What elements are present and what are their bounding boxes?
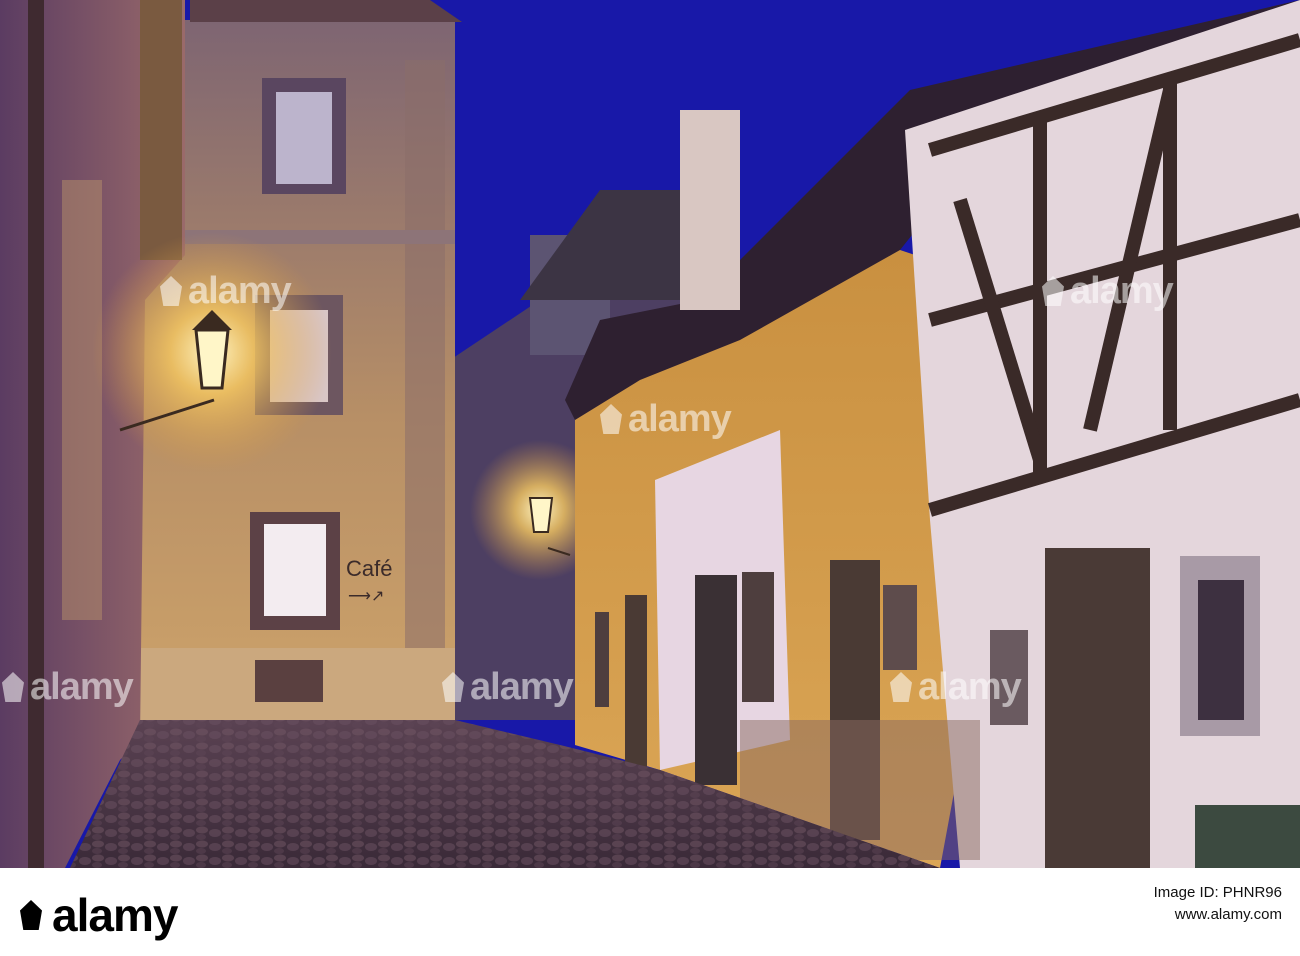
cottage-window-2 xyxy=(883,585,917,670)
window-lit-glass xyxy=(264,524,326,616)
site-url[interactable]: www.alamy.com xyxy=(1175,906,1282,923)
image-id: Image ID: PHNR96 xyxy=(1153,884,1282,901)
cottage-window-3 xyxy=(595,612,609,707)
alamy-logo[interactable]: alamy xyxy=(18,888,178,942)
cottage-door-3 xyxy=(625,595,647,770)
cottage-door-2 xyxy=(695,575,737,785)
cafe-sign-arrow: ⟶↗ xyxy=(348,588,385,605)
timbered-window-glass xyxy=(1198,580,1244,720)
alamy-logo-text: alamy xyxy=(52,889,178,941)
window-top-glass xyxy=(276,92,332,184)
cottage-window-1 xyxy=(742,572,774,702)
night-street-photo: Café ⟶↗ alamy alamy alamy alamy alamy al… xyxy=(0,0,1300,868)
alamy-footer-bar: alamy Image ID: PHNR96 www.alamy.com xyxy=(0,868,1300,956)
left-door-frame xyxy=(62,180,102,620)
left-gutter xyxy=(140,0,182,260)
window-basement xyxy=(255,660,323,702)
center-roof xyxy=(190,0,462,22)
cafe-sign-text: Café xyxy=(346,556,393,581)
chimney xyxy=(680,110,740,310)
alamy-logo-icon xyxy=(18,900,48,934)
street-scene-illustration xyxy=(0,0,1300,868)
stock-photo-page: Café ⟶↗ alamy alamy alamy alamy alamy al… xyxy=(0,0,1300,956)
small-window xyxy=(990,630,1028,725)
left-drainpipe xyxy=(28,0,44,868)
green-fence xyxy=(1195,805,1300,868)
timbered-door xyxy=(1045,548,1150,868)
center-quoin xyxy=(405,60,445,740)
